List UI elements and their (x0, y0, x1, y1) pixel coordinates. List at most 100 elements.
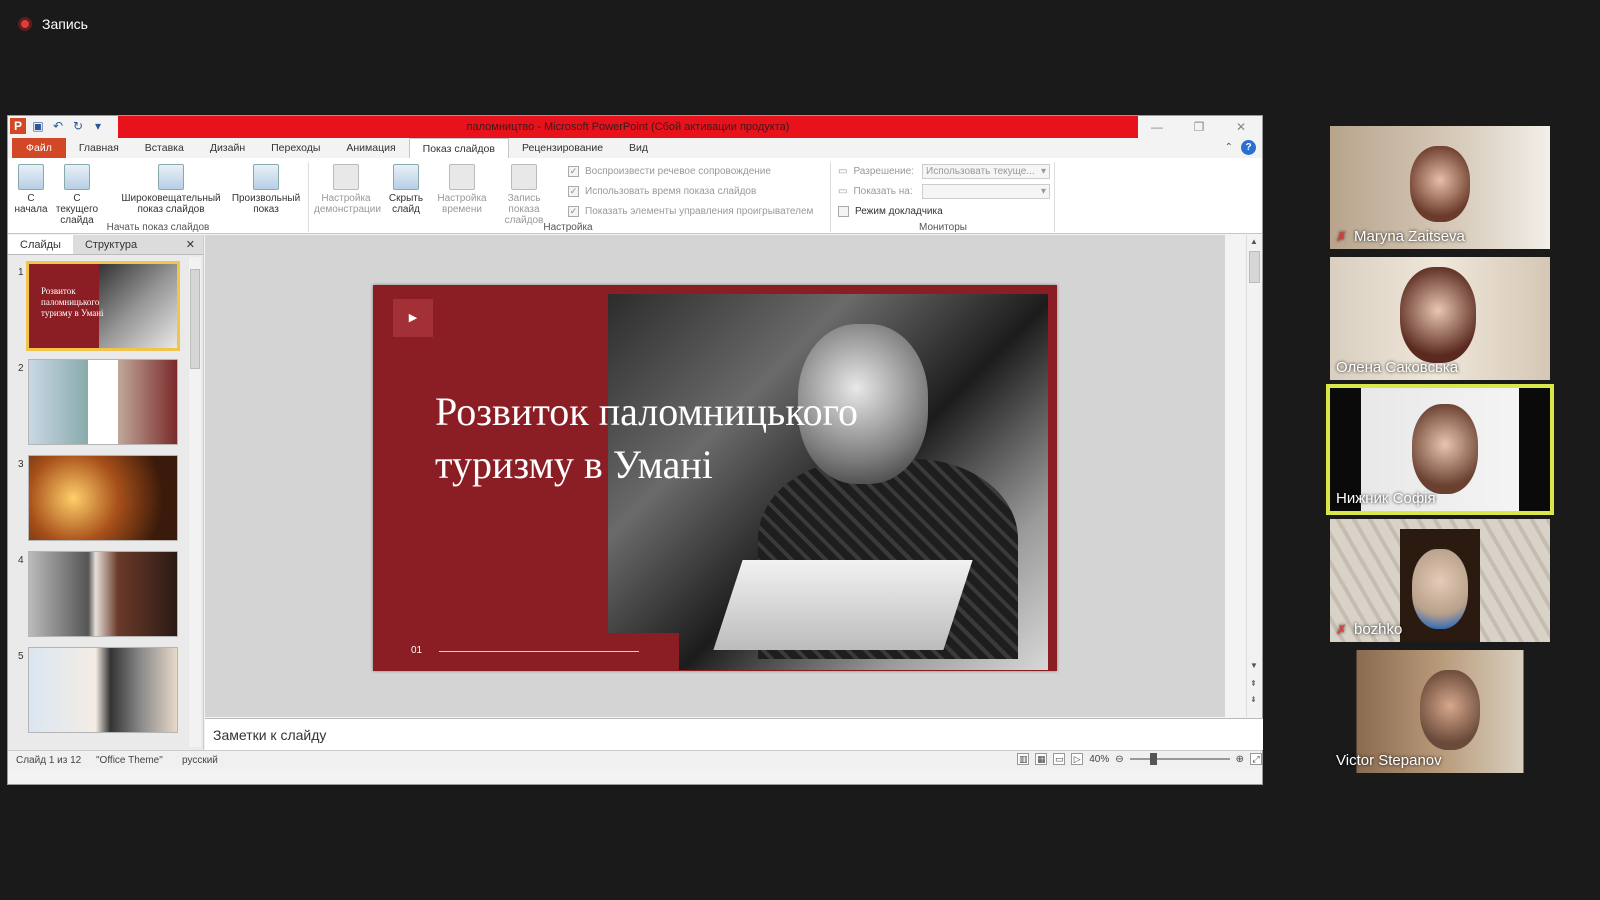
thumb-number: 4 (18, 555, 24, 566)
notes-pane[interactable]: Заметки к слайду (205, 718, 1263, 750)
normal-view-icon[interactable]: ▥ (1017, 753, 1030, 765)
window-controls: — ❐ ✕ (1136, 116, 1262, 138)
undo-icon[interactable]: ↶ (50, 118, 66, 134)
participant-video (1400, 267, 1476, 363)
slide-thumbnail-5[interactable] (28, 647, 178, 733)
thumb-number: 5 (18, 651, 24, 662)
ribbon-tabs: Файл Главная Вставка Дизайн Переходы Ани… (8, 138, 1262, 158)
slideshow-view-icon[interactable]: ▷ (1071, 753, 1084, 765)
recording-indicator: Запись (18, 16, 88, 32)
theme-name: "Office Theme" (96, 755, 163, 766)
sorter-view-icon[interactable]: ▦ (1035, 753, 1048, 765)
participant-tile[interactable]: Олена Саковська (1330, 257, 1550, 380)
scroll-thumb[interactable] (190, 269, 200, 369)
rehearse-timings-button[interactable]: Настройка времени (434, 164, 490, 215)
reading-view-icon[interactable]: ▭ (1053, 753, 1066, 765)
tab-outline[interactable]: Структура (73, 235, 149, 254)
language: русский (182, 755, 218, 766)
slide-canvas[interactable]: ▶ Розвиток паломницького туризму в Умані… (205, 235, 1225, 717)
play-from-start-icon (18, 164, 44, 190)
tab-insert[interactable]: Вставка (132, 138, 197, 158)
ribbon-separator (830, 162, 831, 232)
broadcast-button[interactable]: Широковещательный показ слайдов (116, 164, 226, 215)
record-show-button[interactable]: Запись показа слайдов (494, 164, 554, 226)
tab-review[interactable]: Рецензирование (509, 138, 616, 158)
canvas-scrollbar[interactable]: ▲ ▼ ⇞ ⇟ (1246, 235, 1262, 717)
setup-show-button[interactable]: Настройка демонстрации (314, 164, 381, 215)
current-slide[interactable]: ▶ Розвиток паломницького туризму в Умані… (373, 285, 1057, 671)
hide-slide-button[interactable]: Скрыть слайд (386, 164, 426, 215)
play-arrow-icon: ▶ (393, 299, 433, 337)
participant-name: Victor Stepanov (1336, 752, 1442, 769)
thumb-title: Розвиток паломницького туризму в Умані (41, 286, 104, 318)
tab-slides[interactable]: Слайды (8, 235, 73, 254)
monitor-icon: ▭ (838, 186, 848, 197)
status-bar: Слайд 1 из 12 "Office Theme" русский ▥ ▦… (8, 750, 1262, 769)
checkbox-icon: ✓ (568, 166, 579, 177)
ribbon-separator (308, 162, 309, 232)
slides-pane: Слайды Структура ✕ 1 Розвиток паломницьк… (8, 235, 204, 750)
tab-file[interactable]: Файл (12, 138, 66, 158)
close-icon[interactable]: ✕ (1220, 116, 1262, 138)
play-from-current-icon (64, 164, 90, 190)
restore-icon[interactable]: ❐ (1178, 116, 1220, 138)
rehearse-icon (449, 164, 475, 190)
window-title: паломництво - Microsoft PowerPoint (Сбой… (118, 116, 1138, 138)
photo-book (713, 560, 973, 650)
participant-tile[interactable]: ✗ bozhko (1330, 519, 1550, 642)
participant-tile[interactable]: Victor Stepanov (1330, 650, 1550, 773)
show-on-select[interactable]: ▾ (922, 184, 1050, 199)
zoom-slider-handle[interactable] (1149, 753, 1157, 765)
hide-slide-icon (393, 164, 419, 190)
from-start-button[interactable]: С начала (14, 164, 48, 215)
slide-thumbnail-3[interactable] (28, 455, 178, 541)
powerpoint-logo-icon: P (10, 118, 26, 134)
participant-video (1412, 549, 1468, 629)
collapse-ribbon-icon[interactable]: ⌃ (1225, 142, 1233, 153)
custom-show-button[interactable]: Произвольный показ (228, 164, 304, 215)
group-setup-label: Настройка (543, 222, 593, 233)
recording-label: Запись (42, 16, 88, 32)
scroll-thumb[interactable] (1249, 251, 1260, 283)
save-icon[interactable]: ▣ (30, 118, 46, 134)
tab-home[interactable]: Главная (66, 138, 132, 158)
participant-tile-active-speaker[interactable]: Нижник Софія (1326, 384, 1554, 515)
help-icon[interactable]: ? (1241, 140, 1256, 155)
scroll-up-icon[interactable]: ▲ (1250, 237, 1258, 246)
slides-scrollbar[interactable] (189, 257, 201, 747)
presenter-view-checkbox[interactable]: Режим докладчика (838, 206, 943, 217)
notes-placeholder: Заметки к слайду (213, 727, 327, 743)
zoom-out-icon[interactable]: ⊖ (1115, 754, 1123, 765)
scroll-down-icon[interactable]: ▼ (1250, 661, 1258, 670)
narration-checkbox[interactable]: ✓ Воспроизвести речевое сопровождение (568, 166, 771, 177)
thumb-number: 1 (18, 267, 24, 278)
timings-checkbox[interactable]: ✓ Использовать время показа слайдов (568, 186, 756, 197)
zoom-slider[interactable] (1129, 753, 1230, 765)
next-slide-icon[interactable]: ⇟ (1250, 695, 1257, 704)
slide-thumbnail-1[interactable]: Розвиток паломницького туризму в Умані (26, 261, 180, 351)
slide-thumbnail-4[interactable] (28, 551, 178, 637)
slide-thumbnail-2[interactable] (28, 359, 178, 445)
zoom-level[interactable]: 40% (1089, 754, 1109, 765)
ribbon: С начала С текущего слайда Широковещател… (8, 158, 1262, 234)
fit-window-icon[interactable]: ⤢ (1250, 753, 1262, 765)
tab-animations[interactable]: Анимация (333, 138, 408, 158)
tab-transitions[interactable]: Переходы (258, 138, 333, 158)
customize-qat-icon[interactable]: ▾ (90, 118, 106, 134)
from-current-button[interactable]: С текущего слайда (52, 164, 102, 226)
participant-tile[interactable]: ✗ Maryna Zaitseva (1330, 126, 1550, 249)
redo-icon[interactable]: ↻ (70, 118, 86, 134)
media-controls-checkbox[interactable]: ✓ Показать элементы управления проигрыват… (568, 206, 813, 217)
minimize-icon[interactable]: — (1136, 116, 1178, 138)
prev-slide-icon[interactable]: ⇞ (1250, 679, 1257, 688)
tab-design[interactable]: Дизайн (197, 138, 258, 158)
close-pane-icon[interactable]: ✕ (178, 235, 203, 254)
zoom-in-icon[interactable]: ⊕ (1236, 754, 1244, 765)
checkbox-icon (838, 206, 849, 217)
pane-tabs: Слайды Структура ✕ (8, 235, 203, 255)
resolution-select[interactable]: Использовать текуще... ▾ (922, 164, 1050, 179)
setup-icon (333, 164, 359, 190)
tab-view[interactable]: Вид (616, 138, 661, 158)
custom-show-icon (253, 164, 279, 190)
tab-slideshow[interactable]: Показ слайдов (408, 138, 509, 158)
